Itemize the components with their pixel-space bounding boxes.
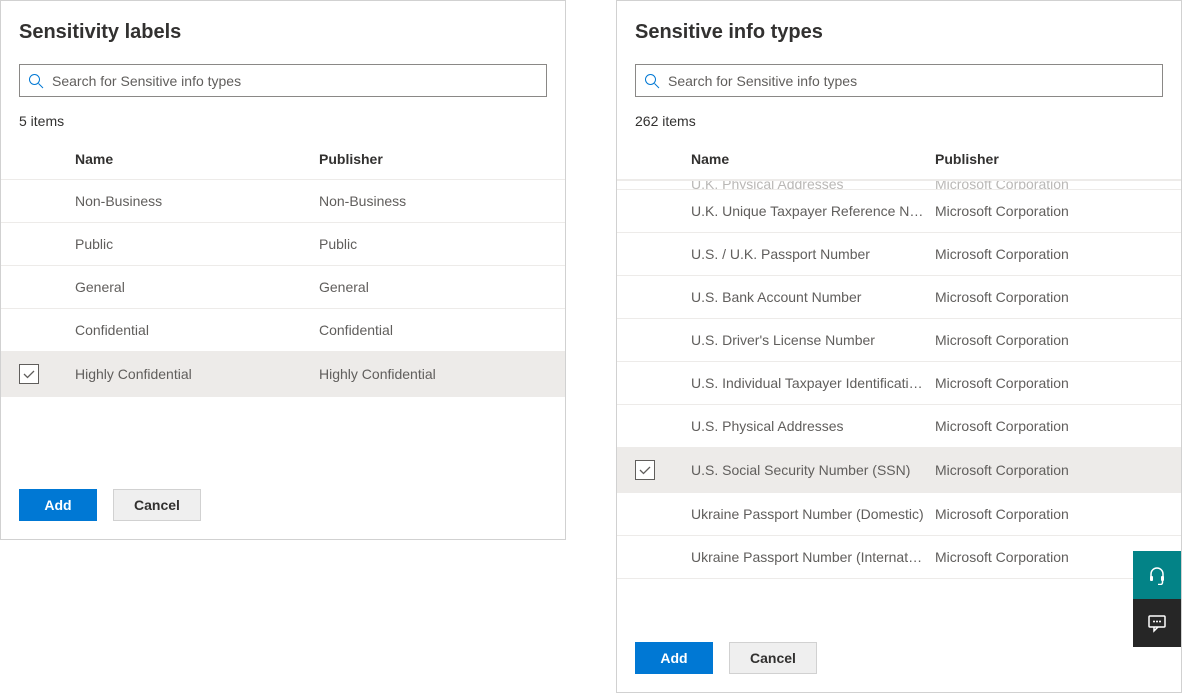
checkbox[interactable] [19, 364, 39, 384]
search-box[interactable] [635, 64, 1163, 97]
cell-name: U.K. Physical Addresses [691, 180, 935, 190]
table-row[interactable]: Highly ConfidentialHighly Confidential [1, 352, 565, 397]
cell-name: Ukraine Passport Number (Domestic) [691, 506, 935, 522]
cell-name: U.S. Individual Taxpayer Identification … [691, 375, 935, 391]
panel-title: Sensitivity labels [1, 1, 565, 64]
cell-name: U.S. Driver's License Number [691, 332, 935, 348]
cell-publisher: Microsoft Corporation [935, 462, 1163, 478]
cancel-button[interactable]: Cancel [729, 642, 817, 674]
column-header-publisher[interactable]: Publisher [319, 151, 547, 167]
cell-name: U.K. Unique Taxpayer Reference Number [691, 203, 935, 219]
cell-name: Public [75, 236, 319, 252]
cell-publisher: Microsoft Corporation [935, 246, 1163, 262]
add-button[interactable]: Add [19, 489, 97, 521]
panel-title: Sensitive info types [617, 1, 1181, 64]
cell-publisher: Microsoft Corporation [935, 289, 1163, 305]
table-row[interactable]: PublicPublic [1, 223, 565, 266]
search-icon [644, 73, 660, 89]
table-row[interactable]: U.S. Social Security Number (SSN)Microso… [617, 448, 1181, 493]
cell-publisher: Microsoft Corporation [935, 332, 1163, 348]
table-row[interactable]: Ukraine Passport Number (Domestic)Micros… [617, 493, 1181, 536]
column-header-name[interactable]: Name [75, 151, 319, 167]
cell-name: Ukraine Passport Number (International) [691, 549, 935, 565]
support-button[interactable] [1133, 551, 1181, 599]
item-count: 262 items [617, 113, 1181, 129]
add-button[interactable]: Add [635, 642, 713, 674]
feedback-button[interactable] [1133, 599, 1181, 647]
cell-name: U.S. Bank Account Number [691, 289, 935, 305]
table-header: Name Publisher [1, 139, 565, 180]
cell-name: Non-Business [75, 193, 319, 209]
table-row[interactable]: U.S. / U.K. Passport NumberMicrosoft Cor… [617, 233, 1181, 276]
cell-publisher: Microsoft Corporation [935, 180, 1163, 190]
feedback-icon [1147, 613, 1167, 633]
search-input[interactable] [668, 73, 1154, 89]
checkbox[interactable] [635, 460, 655, 480]
cell-publisher: Microsoft Corporation [935, 506, 1163, 522]
search-input[interactable] [52, 73, 538, 89]
cell-publisher: Public [319, 236, 547, 252]
table-row[interactable]: Non-BusinessNon-Business [1, 180, 565, 223]
cancel-button[interactable]: Cancel [113, 489, 201, 521]
sensitivity-labels-panel: Sensitivity labels 5 items Name Publishe… [0, 0, 566, 540]
column-header-publisher[interactable]: Publisher [935, 151, 1163, 167]
labels-table: Name Publisher Non-BusinessNon-BusinessP… [1, 139, 565, 397]
sensitive-info-types-panel: Sensitive info types 262 items Name Publ… [616, 0, 1182, 693]
cell-publisher: Microsoft Corporation [935, 203, 1163, 219]
check-icon [638, 463, 652, 477]
search-box[interactable] [19, 64, 547, 97]
column-header-name[interactable]: Name [691, 151, 935, 167]
cell-publisher: Highly Confidential [319, 366, 547, 382]
cell-publisher: General [319, 279, 547, 295]
cell-name: General [75, 279, 319, 295]
check-icon [22, 367, 36, 381]
cell-publisher: Microsoft Corporation [935, 375, 1163, 391]
table-row[interactable]: U.S. Driver's License NumberMicrosoft Co… [617, 319, 1181, 362]
table-row[interactable]: U.S. Individual Taxpayer Identification … [617, 362, 1181, 405]
table-row[interactable]: ConfidentialConfidential [1, 309, 565, 352]
cell-publisher: Confidential [319, 322, 547, 338]
table-row[interactable]: U.S. Bank Account NumberMicrosoft Corpor… [617, 276, 1181, 319]
info-types-table: Name Publisher U.K. Physical Addresses M… [617, 139, 1181, 624]
item-count: 5 items [1, 113, 565, 129]
table-row[interactable]: U.K. Unique Taxpayer Reference NumberMic… [617, 190, 1181, 233]
table-row[interactable]: U.K. Physical Addresses Microsoft Corpor… [617, 180, 1181, 190]
table-row[interactable]: U.S. Physical AddressesMicrosoft Corpora… [617, 405, 1181, 448]
table-header: Name Publisher [617, 139, 1181, 180]
cell-name: U.S. / U.K. Passport Number [691, 246, 935, 262]
headset-icon [1147, 565, 1167, 585]
table-row[interactable]: Ukraine Passport Number (International)M… [617, 536, 1181, 579]
cell-name: U.S. Social Security Number (SSN) [691, 462, 935, 478]
search-icon [28, 73, 44, 89]
table-row[interactable]: GeneralGeneral [1, 266, 565, 309]
cell-name: Highly Confidential [75, 366, 319, 382]
cell-name: Confidential [75, 322, 319, 338]
cell-name: U.S. Physical Addresses [691, 418, 935, 434]
cell-publisher: Microsoft Corporation [935, 418, 1163, 434]
cell-publisher: Non-Business [319, 193, 547, 209]
cell-publisher: Microsoft Corporation [935, 549, 1163, 565]
